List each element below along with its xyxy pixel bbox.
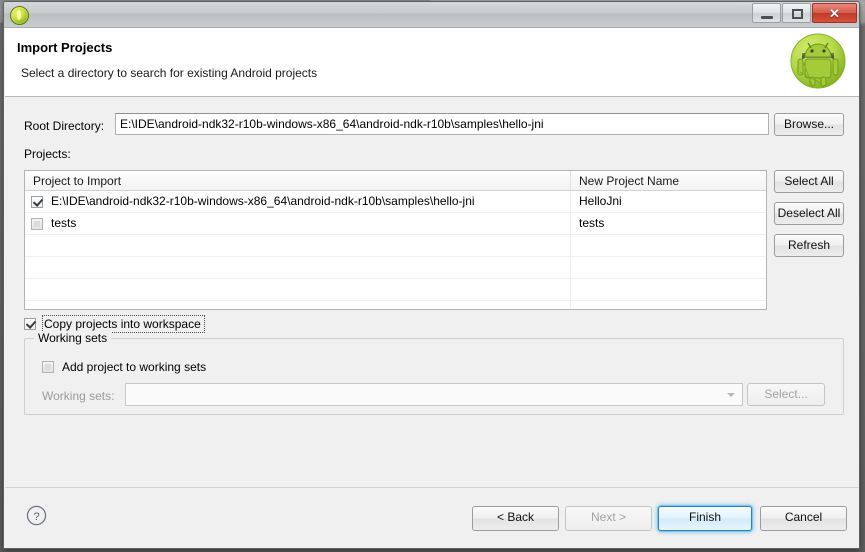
help-icon[interactable]: ? [26, 505, 47, 526]
finish-button-label: Finish [688, 510, 721, 524]
minimize-icon [761, 16, 773, 19]
copy-projects-label: Copy projects into workspace [42, 315, 205, 333]
dialog-footer: ? < Back Next > Finish Cancel [5, 487, 859, 548]
window-controls: ✕ [751, 3, 857, 23]
table-row-empty [25, 301, 766, 309]
close-icon: ✕ [829, 6, 840, 21]
projects-label: Projects: [24, 147, 71, 161]
next-button-label: Next > [590, 510, 626, 524]
copy-projects-checkbox-row[interactable]: Copy projects into workspace [24, 315, 205, 333]
working-sets-combo[interactable] [125, 383, 743, 406]
row-checkbox[interactable] [31, 195, 43, 208]
close-button[interactable]: ✕ [812, 3, 857, 23]
dialog-banner: Import Projects Select a directory to se… [5, 28, 859, 97]
projects-table[interactable]: Project to Import New Project Name E:\ID… [24, 170, 767, 310]
working-sets-group: Working sets Add project to working sets… [24, 331, 844, 415]
table-row-empty [25, 235, 766, 257]
import-projects-dialog: ✕ Import Projects Select a directory to … [3, 1, 860, 549]
working-sets-combo-label: Working sets: [42, 389, 115, 403]
root-directory-input[interactable]: E:\IDE\android-ndk32-r10b-windows-x86_64… [115, 113, 769, 135]
eclipse-circle-icon [10, 6, 29, 25]
cell-project-to-import[interactable]: tests [25, 213, 571, 234]
table-row[interactable]: E:\IDE\android-ndk32-r10b-windows-x86_64… [25, 191, 766, 213]
maximize-icon [792, 9, 803, 19]
page-subtitle: Select a directory to search for existin… [21, 66, 318, 80]
root-directory-label: Root Directory: [24, 119, 105, 133]
table-header-row: Project to Import New Project Name [25, 171, 766, 191]
column-header-new-project-name[interactable]: New Project Name [571, 171, 766, 190]
cell-new-project-name[interactable]: tests [571, 213, 766, 234]
android-robot-icon [790, 33, 846, 89]
table-row[interactable]: tests tests [25, 213, 766, 235]
cell-project-path: E:\IDE\android-ndk32-r10b-windows-x86_64… [51, 194, 475, 208]
working-sets-group-title: Working sets [34, 331, 112, 345]
finish-button[interactable]: Finish [658, 506, 752, 531]
table-row-empty [25, 257, 766, 279]
browse-button[interactable]: Browse... [774, 113, 844, 136]
dialog-body: Root Directory: E:\IDE\android-ndk32-r10… [5, 97, 859, 487]
next-button[interactable]: Next > [565, 506, 652, 531]
add-project-label: Add project to working sets [62, 360, 207, 374]
select-working-sets-button[interactable]: Select... [747, 383, 825, 406]
minimize-button[interactable] [752, 3, 781, 23]
back-button-label: < Back [496, 510, 535, 524]
refresh-button[interactable]: Refresh [774, 234, 844, 257]
chevron-down-icon [727, 393, 735, 397]
column-header-project-to-import[interactable]: Project to Import [25, 171, 571, 190]
cell-new-project-name[interactable]: HelloJni [571, 191, 766, 212]
add-project-checkbox[interactable] [42, 361, 54, 373]
cell-project-path: tests [51, 216, 77, 230]
add-project-checkbox-row[interactable]: Add project to working sets [42, 360, 206, 374]
page-title: Import Projects [17, 40, 113, 55]
select-all-button[interactable]: Select All [774, 170, 844, 193]
deselect-all-button[interactable]: Deselect All [774, 202, 844, 225]
back-button[interactable]: < Back [472, 506, 559, 531]
copy-projects-checkbox[interactable] [24, 318, 36, 330]
table-row-empty [25, 279, 766, 301]
svg-text:?: ? [33, 511, 39, 523]
cancel-button[interactable]: Cancel [760, 506, 847, 531]
maximize-button[interactable] [782, 3, 811, 23]
row-checkbox[interactable] [31, 217, 43, 230]
cancel-button-label: Cancel [784, 510, 823, 524]
cell-project-to-import[interactable]: E:\IDE\android-ndk32-r10b-windows-x86_64… [25, 191, 571, 212]
dialog-titlebar[interactable]: ✕ [4, 2, 859, 28]
